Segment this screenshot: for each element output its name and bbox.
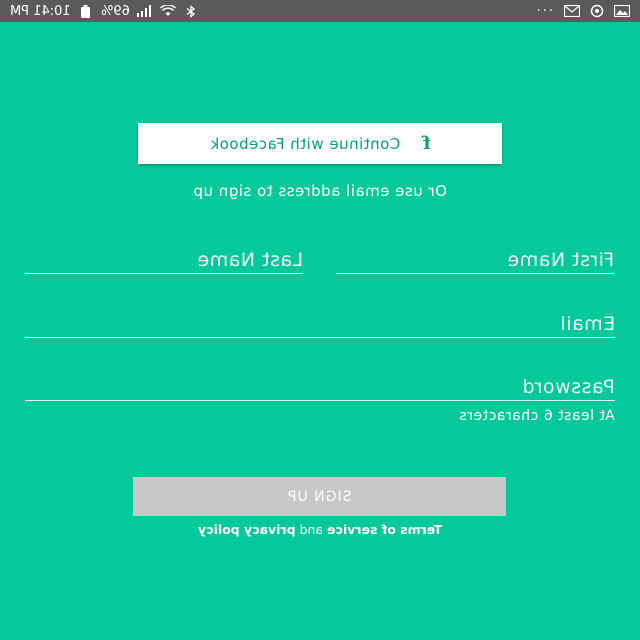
terms-text: Terms of service and privacy policy	[0, 522, 640, 537]
or-divider-text: Or use email address to sign up	[0, 182, 640, 200]
password-placeholder: Password	[522, 376, 615, 398]
email-field[interactable]: Email	[25, 313, 615, 338]
sync-icon	[589, 3, 605, 19]
first-name-field[interactable]: First Name	[336, 249, 614, 274]
image-icon	[614, 3, 630, 19]
sign-up-button[interactable]: SIGN UP	[133, 477, 506, 516]
password-field[interactable]: Password	[25, 376, 615, 401]
signal-icon	[136, 3, 153, 19]
bluetooth-icon	[183, 3, 199, 19]
more-icon: ···	[536, 3, 555, 19]
wifi-icon	[159, 3, 176, 19]
continue-with-facebook-button[interactable]: f Continue with Facebook	[138, 123, 502, 164]
sign-up-label: SIGN UP	[287, 488, 352, 505]
terms-and-text: and	[295, 522, 327, 537]
last-name-field[interactable]: Last Name	[25, 249, 303, 274]
or-text-label: Or use email address to sign up	[192, 182, 448, 200]
status-bar: 10:41 PM 69% ···	[0, 0, 640, 22]
last-name-placeholder: Last Name	[196, 249, 303, 271]
time-label: 10:41 PM	[10, 3, 71, 19]
password-hint-label: At least 6 characters	[459, 408, 615, 424]
mail-icon	[564, 3, 580, 19]
battery-percent: 69%	[100, 3, 130, 19]
facebook-button-label: Continue with Facebook	[209, 134, 401, 153]
privacy-policy-link[interactable]: privacy policy	[198, 522, 296, 537]
facebook-icon: f	[422, 133, 431, 154]
terms-of-service-link[interactable]: Terms of service	[327, 522, 442, 537]
email-placeholder: Email	[559, 313, 615, 335]
battery-icon	[78, 3, 94, 19]
password-hint: At least 6 characters	[459, 408, 615, 424]
first-name-placeholder: First Name	[506, 249, 614, 271]
